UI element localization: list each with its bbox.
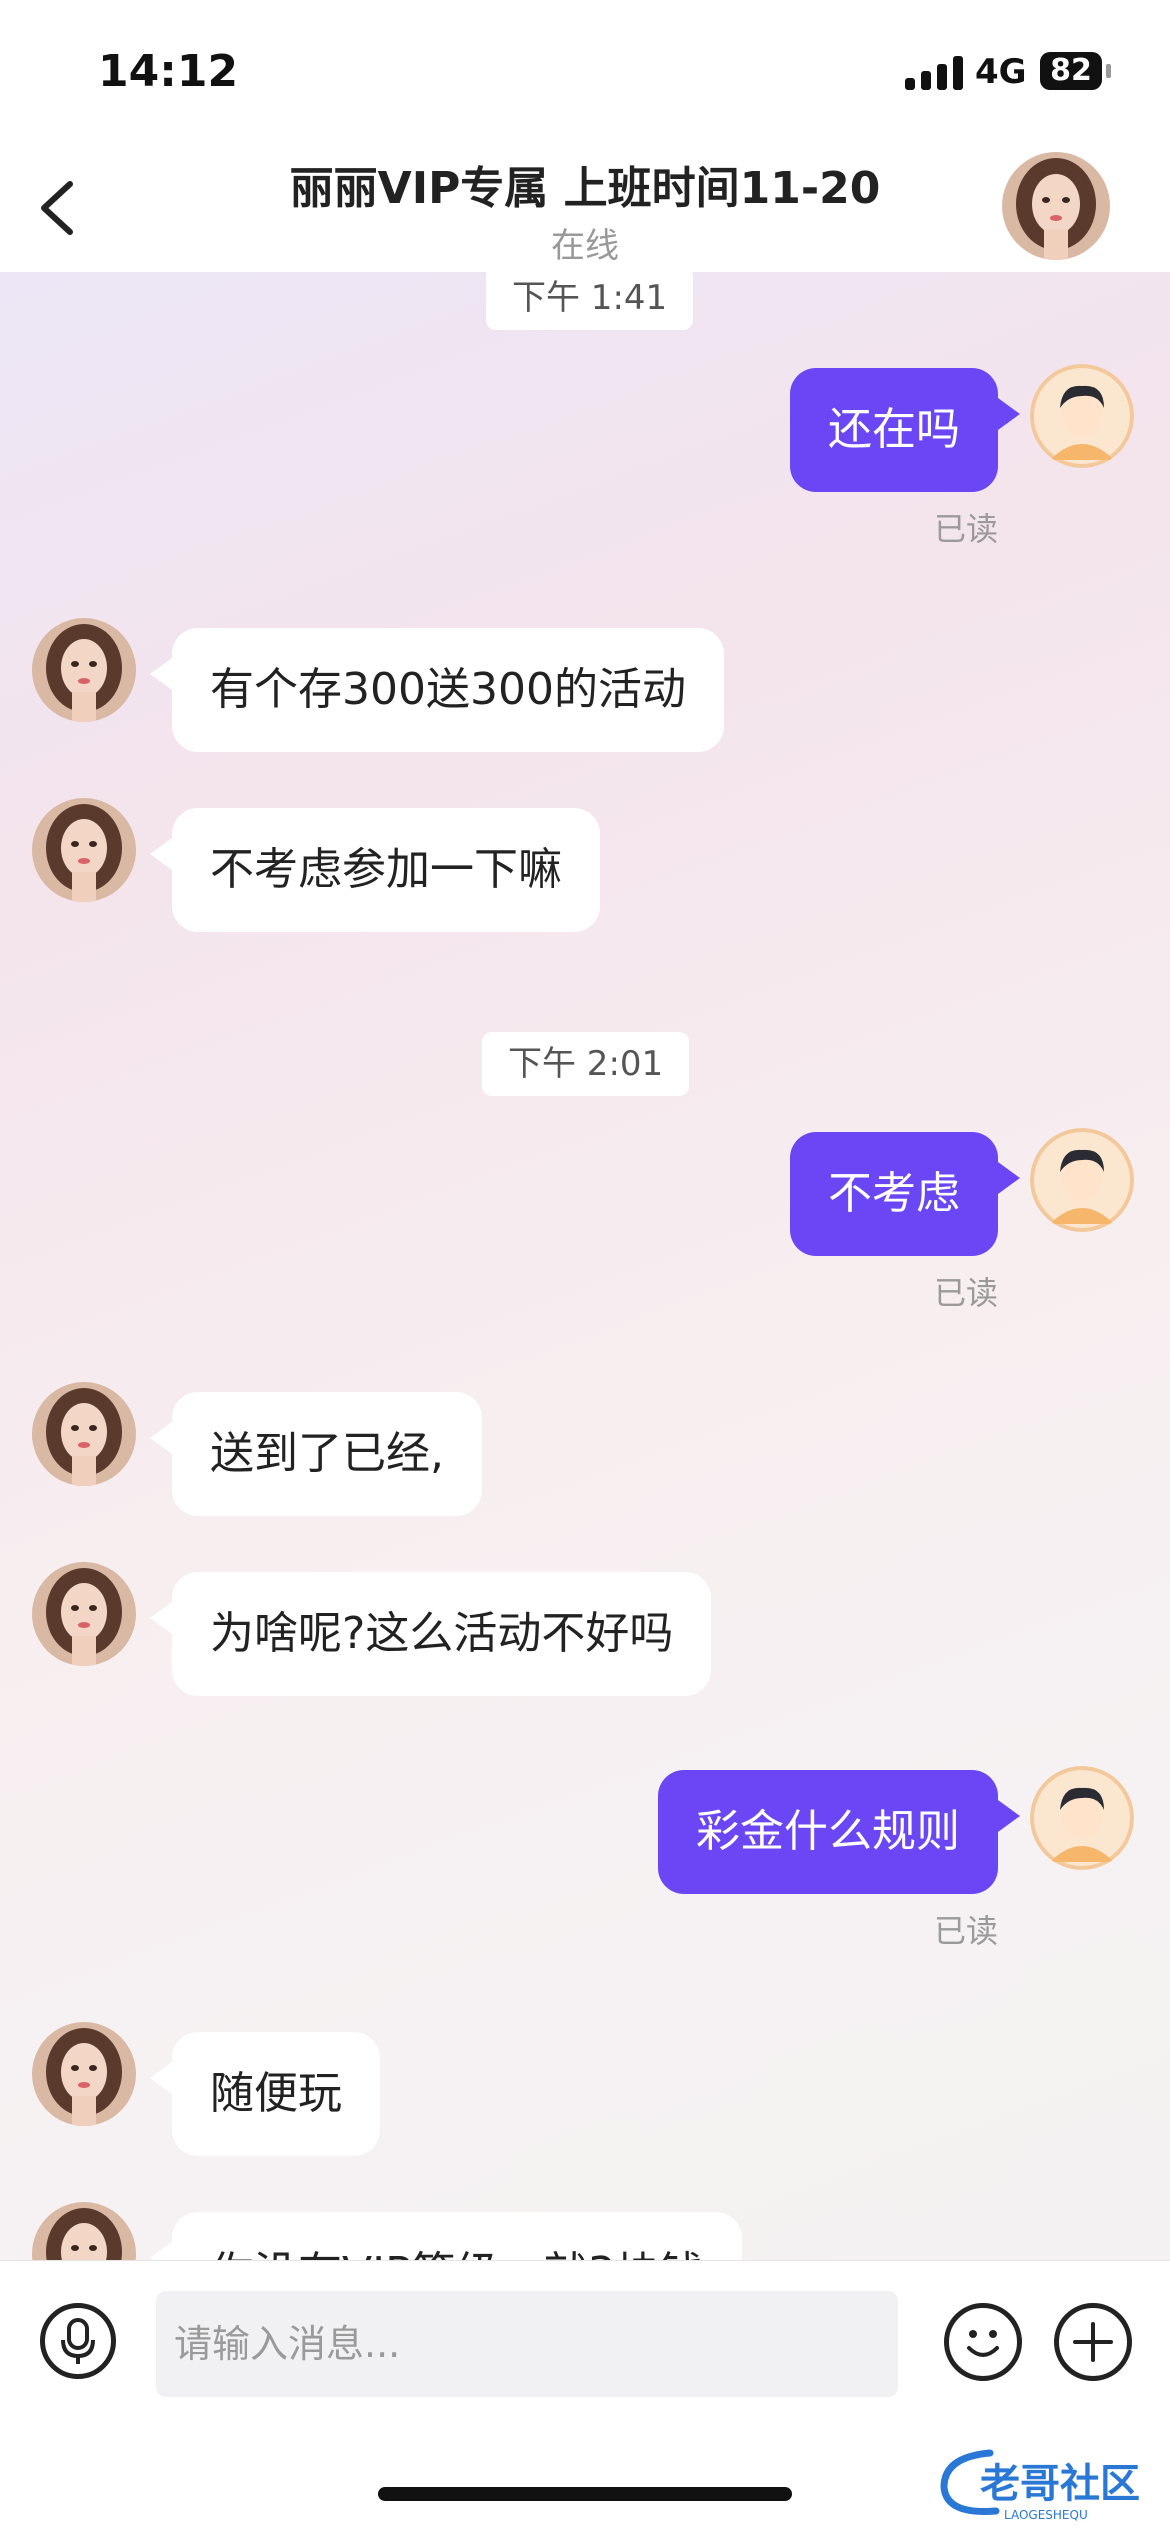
message-bubble[interactable]: 送到了已经, — [172, 1392, 482, 1516]
bubble-tail — [150, 1602, 172, 1634]
online-status: 在线 — [551, 226, 619, 266]
bubble-tail — [998, 1162, 1020, 1194]
user-avatar[interactable] — [1030, 364, 1134, 468]
contact-avatar[interactable] — [32, 798, 136, 902]
bubble-tail — [150, 2062, 172, 2094]
contact-avatar[interactable] — [32, 1382, 136, 1486]
bubble-tail — [150, 838, 172, 870]
watermark-logo: 老哥社区 LAOGESHEQU — [930, 2439, 1162, 2523]
read-receipt: 已读 — [934, 510, 999, 548]
message-bubble[interactable]: 随便玩 — [172, 2032, 380, 2156]
read-receipt: 已读 — [934, 1274, 999, 1312]
contact-avatar[interactable] — [1002, 152, 1110, 260]
read-receipt: 已读 — [934, 1912, 999, 1950]
user-avatar[interactable] — [1030, 1128, 1134, 1232]
message-list[interactable]: 下午 1:41 还在吗 已读 有个存300送300的活动 不考虑参加一下嘛 下午… — [0, 272, 1170, 2260]
message-bubble[interactable]: 还在吗 — [790, 368, 998, 492]
bubble-tail — [150, 1422, 172, 1454]
status-bar: 14:12 4G 82 — [0, 0, 1170, 140]
message-bubble[interactable]: 不考虑参加一下嘛 — [172, 808, 600, 932]
watermark-subtext: LAOGESHEQU — [1004, 2508, 1088, 2522]
plus-icon[interactable] — [1054, 2303, 1132, 2381]
contact-avatar[interactable] — [32, 618, 136, 722]
chat-header: 丽丽VIP专属 上班时间11-20 在线 — [0, 140, 1170, 273]
mic-icon[interactable] — [40, 2303, 116, 2379]
bubble-tail — [150, 658, 172, 690]
message-input[interactable] — [156, 2291, 898, 2397]
input-bar: 老哥社区 LAOGESHEQU — [0, 2260, 1170, 2533]
chat-title: 丽丽VIP专属 上班时间11-20 — [289, 163, 881, 214]
contact-avatar[interactable] — [32, 2202, 136, 2260]
message-bubble[interactable]: 彩金什么规则 — [658, 1770, 998, 1894]
timestamp: 下午 1:41 — [486, 272, 694, 330]
battery-tip — [1106, 64, 1111, 78]
network-type: 4G — [975, 52, 1027, 92]
bubble-tail — [998, 1800, 1020, 1832]
bubble-tail — [998, 398, 1020, 430]
contact-avatar[interactable] — [32, 1562, 136, 1666]
message-bubble[interactable]: 为啥呢?这么活动不好吗 — [172, 1572, 712, 1696]
watermark-text: 老哥社区 — [980, 2461, 1140, 2507]
status-time: 14:12 — [98, 46, 239, 97]
message-bubble[interactable]: 你没有VIP等级，就3块钱 — [172, 2212, 742, 2260]
home-indicator — [378, 2487, 792, 2501]
timestamp: 下午 2:01 — [482, 1032, 690, 1096]
contact-avatar[interactable] — [32, 2022, 136, 2126]
signal-icon — [905, 56, 963, 90]
user-avatar[interactable] — [1030, 1766, 1134, 1870]
message-bubble[interactable]: 有个存300送300的活动 — [172, 628, 724, 752]
emoji-icon[interactable] — [944, 2303, 1022, 2381]
message-bubble[interactable]: 不考虑 — [790, 1132, 998, 1256]
battery-icon: 82 — [1040, 52, 1102, 90]
bubble-tail — [150, 2242, 172, 2260]
